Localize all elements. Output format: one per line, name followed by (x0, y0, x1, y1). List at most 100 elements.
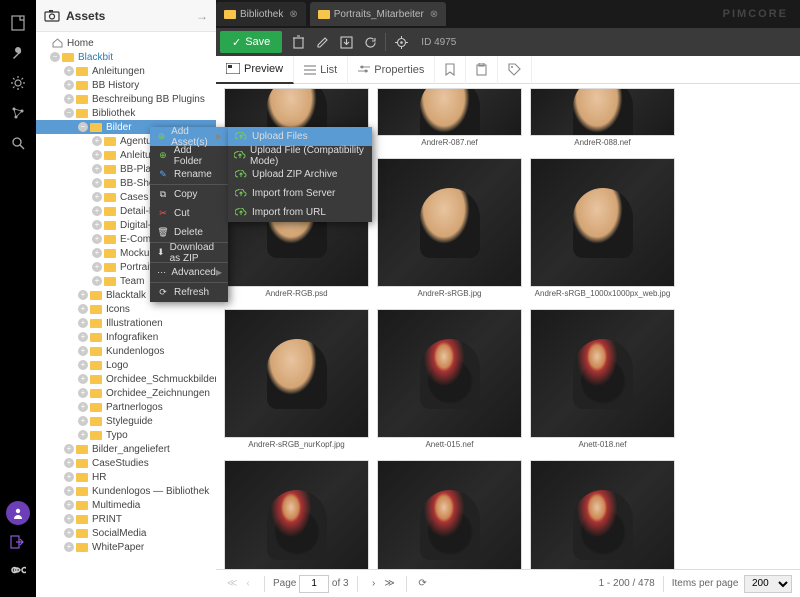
expand-icon[interactable]: + (92, 220, 102, 230)
thumbnail[interactable]: Anett-018.nef (530, 309, 675, 452)
menu-item[interactable]: ✂ Cut (150, 204, 228, 223)
tree-item[interactable]: + Styleguide (36, 414, 216, 428)
menu-item[interactable]: ⋯ Advanced ▶ (150, 263, 228, 282)
expand-icon[interactable]: + (92, 164, 102, 174)
thumbnail[interactable]: Anett-sRGB_1000x1000px_web.jpg (530, 460, 675, 569)
user-icon[interactable] (6, 501, 30, 525)
expand-icon[interactable]: + (92, 276, 102, 286)
menu-item[interactable]: ⊕ Add Asset(s) ▶ (150, 127, 228, 146)
menu-item[interactable]: ⬇ Download as ZIP (150, 243, 228, 262)
collapse-icon[interactable]: → (196, 9, 208, 23)
tree-item[interactable]: + Partnerlogos (36, 400, 216, 414)
tree-item[interactable]: + BB History (36, 78, 216, 92)
tree-item[interactable]: + Infografiken (36, 330, 216, 344)
reload-icon[interactable]: ⟳ (415, 578, 431, 589)
expand-icon[interactable]: + (78, 346, 88, 356)
expand-icon[interactable]: + (64, 66, 74, 76)
bookmark-icon[interactable] (435, 56, 466, 84)
expand-icon[interactable]: + (78, 318, 88, 328)
expand-icon[interactable]: + (92, 192, 102, 202)
delete-icon[interactable] (286, 30, 310, 54)
thumbnail[interactable]: AndreR-088.nef (530, 88, 675, 150)
menu-item[interactable]: 🗑 Delete (150, 223, 228, 242)
page-input[interactable] (299, 575, 329, 593)
first-page-icon[interactable]: ≪ (224, 578, 240, 589)
thumbnail[interactable]: AndreR-sRGB_nurKopf.jpg (224, 309, 369, 452)
expand-icon[interactable]: + (78, 402, 88, 412)
expand-icon[interactable]: + (64, 542, 74, 552)
expand-icon[interactable]: − (64, 108, 74, 118)
thumbnail[interactable]: AndreR-087.nef (377, 88, 522, 150)
thumbnail[interactable]: Anett-sRGB.jpg (377, 460, 522, 569)
expand-icon[interactable]: + (64, 500, 74, 510)
refresh-icon[interactable] (358, 30, 382, 54)
expand-icon[interactable]: + (78, 332, 88, 342)
edit-icon[interactable] (310, 30, 334, 54)
menu-item[interactable]: ⧉ Copy (150, 185, 228, 204)
expand-icon[interactable]: − (50, 52, 60, 62)
file-icon[interactable] (7, 12, 29, 34)
expand-icon[interactable]: + (78, 304, 88, 314)
tree-item[interactable]: − Blackbit (36, 50, 216, 64)
tab-portraits[interactable]: Portraits_Mitarbeiter⊗ (310, 2, 446, 26)
expand-icon[interactable]: + (64, 528, 74, 538)
tree-item[interactable]: + Beschreibung BB Plugins (36, 92, 216, 106)
close-icon[interactable]: ⊗ (430, 9, 438, 20)
expand-icon[interactable]: + (78, 416, 88, 426)
target-icon[interactable] (389, 30, 413, 54)
tag-icon[interactable] (498, 56, 532, 84)
expand-icon[interactable]: + (92, 136, 102, 146)
wrench-icon[interactable] (7, 42, 29, 64)
thumbnail[interactable]: AndreR-sRGB_1000x1000px_web.jpg (530, 158, 675, 301)
menu-item[interactable]: Upload Files (228, 127, 372, 146)
gear-icon[interactable] (7, 72, 29, 94)
save-button[interactable]: ✓Save (220, 31, 282, 53)
thumbnail[interactable]: Anett-015.nef (377, 309, 522, 452)
expand-icon[interactable]: + (78, 388, 88, 398)
tree-item[interactable]: + HR (36, 470, 216, 484)
thumbnail[interactable]: Anett-RGB.psd (224, 460, 369, 569)
expand-icon[interactable]: + (78, 290, 88, 300)
tree-item[interactable]: + Orchidee_Zeichnungen (36, 386, 216, 400)
tree-item[interactable]: + SocialMedia (36, 526, 216, 540)
thumbnail[interactable]: AndreR-sRGB.jpg (377, 158, 522, 301)
menu-item[interactable]: Import from Server (228, 184, 372, 203)
close-icon[interactable]: ⊗ (289, 9, 297, 20)
expand-icon[interactable]: + (78, 374, 88, 384)
next-page-icon[interactable]: › (366, 578, 382, 589)
menu-item[interactable]: ⟳ Refresh (150, 283, 228, 302)
last-page-icon[interactable]: ≫ (382, 578, 398, 589)
prev-page-icon[interactable]: ‹ (240, 578, 256, 589)
expand-icon[interactable]: − (78, 122, 88, 132)
preview-tab[interactable]: Preview (216, 56, 294, 84)
tree-item[interactable]: + Typo (36, 428, 216, 442)
tree-item[interactable]: + CaseStudies (36, 456, 216, 470)
list-tab[interactable]: List (294, 56, 348, 84)
expand-icon[interactable]: + (64, 444, 74, 454)
expand-icon[interactable]: + (64, 458, 74, 468)
tree-item[interactable]: + Multimedia (36, 498, 216, 512)
expand-icon[interactable]: + (92, 262, 102, 272)
tree-item[interactable]: + Logo (36, 358, 216, 372)
tree-item[interactable]: + PRINT (36, 512, 216, 526)
expand-icon[interactable]: + (64, 472, 74, 482)
expand-icon[interactable]: + (64, 80, 74, 90)
tree-home[interactable]: Home (36, 36, 216, 50)
expand-icon[interactable]: + (64, 514, 74, 524)
clipboard-icon[interactable] (466, 56, 498, 84)
tree-item[interactable]: − Bibliothek (36, 106, 216, 120)
search-icon[interactable] (7, 132, 29, 154)
items-per-page-select[interactable]: 200 (744, 575, 792, 593)
expand-icon[interactable]: + (92, 234, 102, 244)
tree-item[interactable]: + Kundenlogos (36, 344, 216, 358)
expand-icon[interactable]: + (78, 430, 88, 440)
tree-item[interactable]: + Orchidee_Schmuckbilder (36, 372, 216, 386)
expand-icon[interactable]: + (92, 248, 102, 258)
properties-tab[interactable]: Properties (348, 56, 435, 84)
tree-item[interactable]: + Anleitungen (36, 64, 216, 78)
graph-icon[interactable] (7, 102, 29, 124)
menu-item[interactable]: Upload File (Compatibility Mode) (228, 146, 372, 165)
expand-icon[interactable]: + (92, 206, 102, 216)
expand-icon[interactable]: + (92, 178, 102, 188)
download-icon[interactable] (334, 30, 358, 54)
